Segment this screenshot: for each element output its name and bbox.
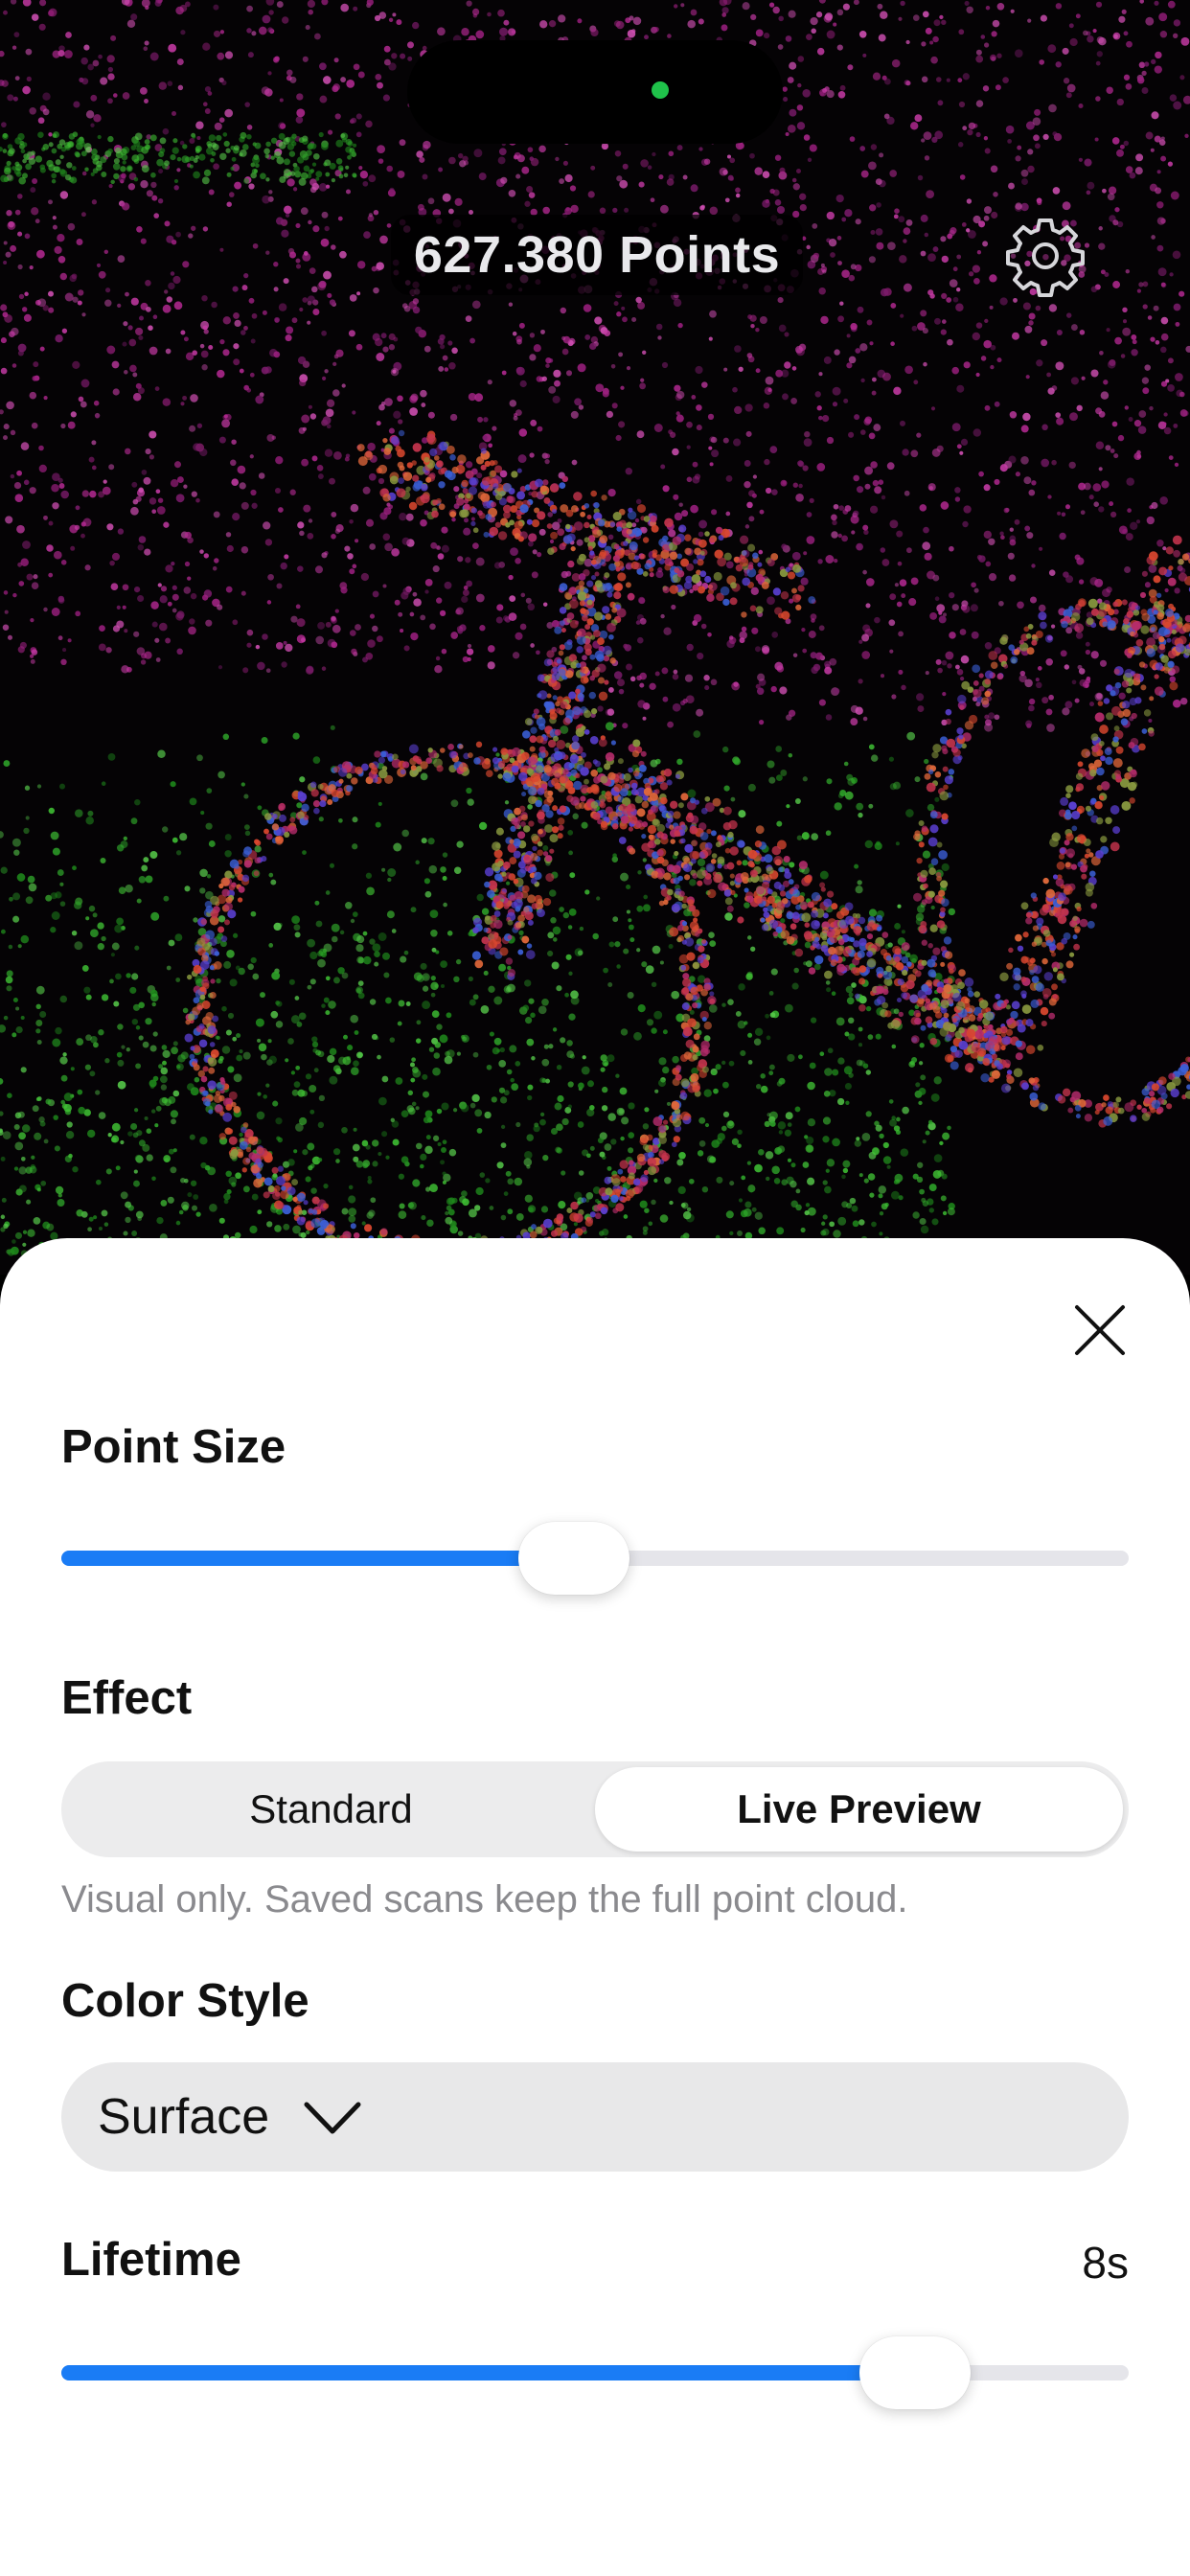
slider-thumb[interactable]	[517, 1522, 629, 1595]
point-size-label: Point Size	[61, 1421, 286, 1473]
gear-icon[interactable]	[1004, 215, 1087, 297]
close-icon[interactable]	[1064, 1294, 1136, 1367]
color-style-value: Surface	[98, 2089, 270, 2145]
segment-standard[interactable]: Standard	[67, 1767, 595, 1852]
effect-hint: Visual only. Saved scans keep the full p…	[61, 1878, 908, 1920]
segment-live-preview[interactable]: Live Preview	[595, 1767, 1123, 1852]
lifetime-value: 8s	[1082, 2238, 1129, 2288]
dynamic-island	[407, 40, 783, 144]
camera-active-indicator	[652, 81, 669, 99]
color-style-dropdown[interactable]: Surface	[61, 2062, 1129, 2172]
color-style-label: Color Style	[61, 1975, 309, 2027]
lifetime-label: Lifetime	[61, 2234, 241, 2286]
point-cloud-view[interactable]	[0, 0, 1190, 1275]
slider-fill	[61, 2365, 916, 2380]
chevron-down-icon	[301, 2095, 364, 2139]
point-cloud-canvas	[0, 0, 1190, 1275]
point-size-slider[interactable]	[61, 1520, 1129, 1597]
slider-thumb[interactable]	[859, 2336, 972, 2409]
slider-fill	[61, 1551, 574, 1566]
lifetime-slider[interactable]	[61, 2334, 1129, 2411]
effect-label: Effect	[61, 1672, 193, 1724]
effect-segmented-control[interactable]: Standard Live Preview	[61, 1761, 1129, 1857]
points-count-badge: 627.380 Points	[391, 215, 803, 295]
